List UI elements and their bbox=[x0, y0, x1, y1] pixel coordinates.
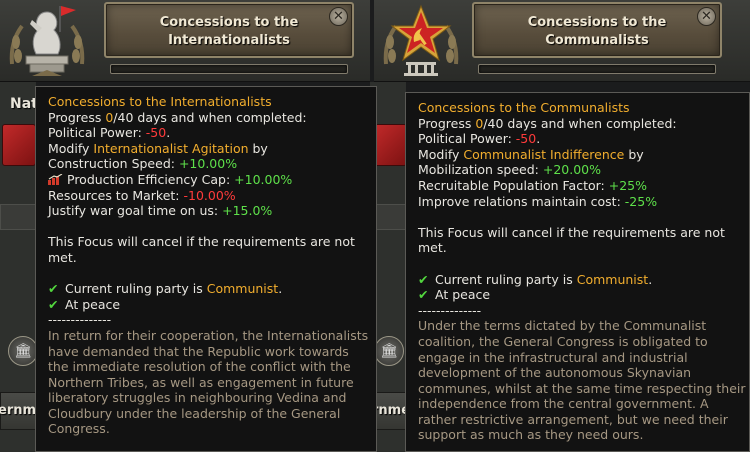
tooltip-cancel-note-end: met. bbox=[418, 240, 447, 256]
tooltip-effect: Mobilization speed: +20.00% bbox=[418, 162, 602, 178]
tooltip-flavor-line: have demanded that the Republic work tow… bbox=[48, 343, 349, 359]
tooltip-effect: Resources to Market: -10.00% bbox=[48, 187, 236, 203]
tooltip-communalists: Concessions to the Communalists Progress… bbox=[405, 92, 750, 452]
focus-title: Concessions to the Communalists bbox=[527, 15, 667, 48]
tooltip-flavor-line: independence from the central government… bbox=[418, 396, 709, 412]
focus-title-frame: Concessions to the Internationalists ✕ bbox=[104, 2, 354, 58]
tooltip-cancel-note: This Focus will cancel if the requiremen… bbox=[48, 234, 355, 250]
tooltip-cancel-note-end: met. bbox=[48, 249, 77, 265]
tooltip-progress: Progress 0/40 days and when completed: bbox=[48, 109, 307, 125]
tooltip-title: Concessions to the Internationalists bbox=[48, 94, 272, 109]
tooltip-divider: -------------- bbox=[418, 302, 482, 318]
tooltip-flavor-line: Congress. bbox=[48, 421, 110, 437]
tooltip-flavor-line: In return for their cooperation, the Int… bbox=[48, 327, 369, 343]
close-button[interactable]: ✕ bbox=[697, 7, 716, 26]
tooltip-flavor-line: the immediate resolution of the conflict… bbox=[48, 359, 351, 375]
tooltip-flavor-line: communes, whilst at the same time respec… bbox=[418, 380, 746, 396]
tooltip-political-power: Political Power: -50. bbox=[48, 125, 171, 141]
focus-panel-communalists: Concessions to the Communalists ✕ bbox=[374, 0, 750, 82]
tooltip-flavor-line: Under the terms dictated by the Communal… bbox=[418, 318, 707, 334]
tooltip-divider: -------------- bbox=[48, 312, 112, 328]
book-icon-left[interactable] bbox=[2, 124, 36, 166]
tooltip-effect: Justify war goal time on us: +15.0% bbox=[48, 203, 273, 219]
background-field-middle bbox=[373, 204, 406, 230]
tooltip-flavor-line: engage in the infrastructural and indust… bbox=[418, 349, 688, 365]
tooltip-title: Concessions to the Communalists bbox=[418, 100, 630, 115]
tooltip-internationalists: Concessions to the Internationalists Pro… bbox=[35, 86, 377, 452]
checkmark-icon: ✔ bbox=[418, 271, 429, 287]
tooltip-requirement: ✔ Current ruling party is Communist. bbox=[418, 271, 653, 287]
tooltip-effect: Construction Speed: +10.00% bbox=[48, 156, 238, 172]
production-icon bbox=[48, 173, 64, 185]
focus-progress-bar bbox=[110, 64, 348, 74]
tooltip-flavor-line: liberatory struggles in neighbouring Ved… bbox=[48, 390, 347, 406]
focus-progress-bar bbox=[478, 64, 716, 74]
tooltip-flavor-line: coalition, the General Congress is oblig… bbox=[418, 333, 708, 349]
focus-panel-internationalists: Concessions to the Internationalists ✕ bbox=[0, 0, 370, 82]
tooltip-political-power: Political Power: -50. bbox=[418, 131, 541, 147]
book-icon-middle[interactable] bbox=[373, 124, 407, 166]
government-icon-middle[interactable]: 🏛 bbox=[374, 336, 404, 366]
focus-title: Concessions to the Internationalists bbox=[159, 15, 299, 48]
government-icon-left[interactable]: 🏛 bbox=[8, 336, 38, 366]
checkmark-icon: ✔ bbox=[48, 296, 59, 312]
tooltip-modify: Modify Internationalist Agitation by bbox=[48, 140, 268, 156]
tooltip-progress: Progress 0/40 days and when completed: bbox=[418, 115, 677, 131]
tooltip-flavor-line: Cloudbury under the leadership of the Ge… bbox=[48, 405, 341, 421]
tooltip-requirement: ✔ Current ruling party is Communist. bbox=[48, 281, 283, 297]
tooltip-flavor-line: rather restrictive arrangement, but we n… bbox=[418, 411, 728, 427]
hammer-sickle-star-icon[interactable] bbox=[376, 2, 466, 80]
background-label-nat: Nat bbox=[10, 96, 38, 112]
close-button[interactable]: ✕ bbox=[329, 7, 348, 26]
focus-title-frame: Concessions to the Communalists ✕ bbox=[472, 2, 722, 58]
tooltip-effect: Recruitable Population Factor: +25% bbox=[418, 177, 647, 193]
tooltip-flavor-line: Northern Tribes, as well as engagement i… bbox=[48, 374, 354, 390]
tooltip-effect: Production Efficiency Cap: +10.00% bbox=[48, 172, 364, 188]
tooltip-requirement: ✔ At peace bbox=[418, 287, 491, 303]
checkmark-icon: ✔ bbox=[48, 281, 59, 297]
background-field-left bbox=[0, 204, 36, 230]
tooltip-flavor-line: development of the autonomous Skynavian bbox=[418, 365, 692, 381]
tooltip-requirement: ✔ At peace bbox=[48, 296, 121, 312]
checkmark-icon: ✔ bbox=[418, 287, 429, 303]
tooltip-flavor-line: support as much as they need ours. bbox=[418, 427, 644, 443]
internationalist-statue-icon[interactable] bbox=[2, 2, 92, 80]
tooltip-effect: Improve relations maintain cost: -25% bbox=[418, 193, 658, 209]
tooltip-modify: Modify Communalist Indifference by bbox=[418, 146, 644, 162]
tooltip-cancel-note: This Focus will cancel if the requiremen… bbox=[418, 224, 725, 240]
